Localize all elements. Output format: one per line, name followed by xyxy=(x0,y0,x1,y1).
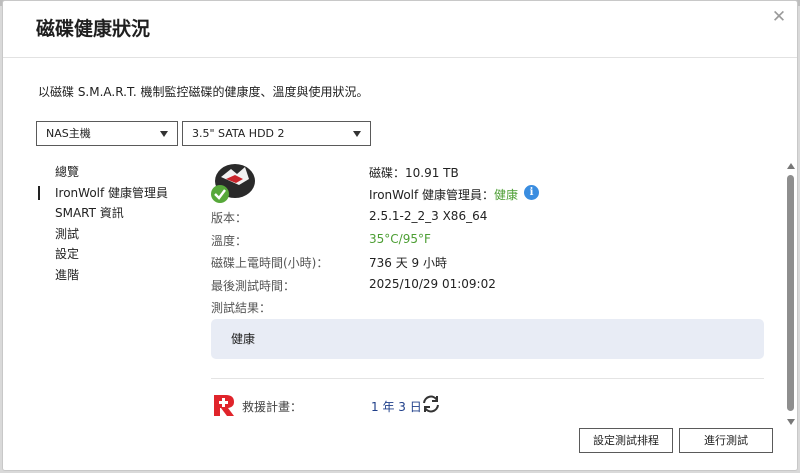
refresh-icon[interactable] xyxy=(420,393,442,415)
disk-select-value: 3.5" SATA HDD 2 xyxy=(192,127,285,140)
health-manager-label: IronWolf 健康管理員： xyxy=(369,188,495,202)
dialog-description: 以磁碟 S.M.A.R.T. 機制監控磁碟的健康度、溫度與使用狀況。 xyxy=(38,85,369,99)
side-nav: 總覽 IronWolf 健康管理員 SMART 資訊 測試 設定 進階 xyxy=(36,162,168,285)
last-test-value: 2025/10/29 01:09:02 xyxy=(369,277,496,291)
version-value: 2.5.1-2_2_3 X86_64 xyxy=(369,209,488,223)
chevron-down-icon xyxy=(160,131,168,137)
run-test-button[interactable]: 進行測試 xyxy=(679,428,773,453)
section-divider xyxy=(211,378,764,379)
chevron-down-icon xyxy=(353,131,361,137)
rescue-plan-logo-icon xyxy=(214,395,234,416)
disk-capacity: 磁碟：10.91 TB xyxy=(369,166,459,180)
scrollbar-thumb[interactable] xyxy=(787,175,794,411)
info-icon[interactable]: i xyxy=(524,185,539,200)
disk-health-dialog: 磁碟健康狀況 ✕ 以磁碟 S.M.A.R.T. 機制監控磁碟的健康度、溫度與使用… xyxy=(2,0,798,471)
close-icon[interactable]: ✕ xyxy=(769,7,789,27)
rescue-plan-value: 1 年 3 日 xyxy=(371,400,422,414)
version-label: 版本： xyxy=(211,211,248,225)
test-result-box: 健康 xyxy=(211,319,764,359)
disk-select[interactable]: 3.5" SATA HDD 2 xyxy=(182,121,371,146)
nav-item-smart-info[interactable]: SMART 資訊 xyxy=(36,203,168,224)
temperature-value: 35°C/95°F xyxy=(369,232,431,246)
temperature-label: 溫度： xyxy=(211,234,248,248)
test-result-label: 測試結果： xyxy=(211,301,272,315)
schedule-test-button[interactable]: 設定測試排程 xyxy=(579,428,673,453)
dialog-title: 磁碟健康狀況 xyxy=(36,18,151,40)
ironwolf-disk-icon xyxy=(211,164,255,203)
nav-item-ironwolf-health[interactable]: IronWolf 健康管理員 xyxy=(36,183,168,204)
nav-item-overview[interactable]: 總覽 xyxy=(36,162,168,183)
title-divider xyxy=(3,57,797,58)
rescue-plan-label: 救援計畫： xyxy=(242,400,303,414)
power-on-value: 736 天 9 小時 xyxy=(369,256,447,270)
last-test-label: 最後測試時間： xyxy=(211,279,296,293)
nas-select-value: NAS主機 xyxy=(46,127,91,140)
nav-item-test[interactable]: 測試 xyxy=(36,224,168,245)
nav-item-settings[interactable]: 設定 xyxy=(36,244,168,265)
health-status: 健康 xyxy=(494,188,519,202)
health-manager-row: IronWolf 健康管理員：健康 xyxy=(369,186,518,203)
vertical-scrollbar[interactable] xyxy=(785,151,797,429)
scroll-up-icon[interactable] xyxy=(787,163,795,169)
nas-select[interactable]: NAS主機 xyxy=(36,121,178,146)
nav-item-advanced[interactable]: 進階 xyxy=(36,265,168,286)
scroll-down-icon[interactable] xyxy=(787,419,795,425)
power-on-label: 磁碟上電時間(小時)： xyxy=(211,256,329,270)
